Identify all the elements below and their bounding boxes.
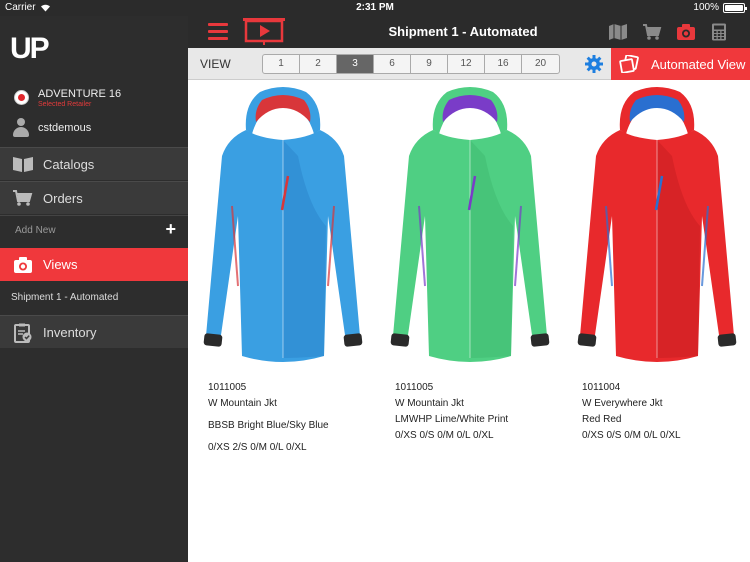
- product-card[interactable]: 1011005 W Mountain Jkt LMWHP Lime/White …: [375, 80, 562, 562]
- map-icon[interactable]: [608, 23, 628, 41]
- app-logo: UP: [10, 32, 50, 65]
- plus-icon[interactable]: +: [165, 219, 176, 240]
- retailer-subtitle: Selected Retailer: [38, 101, 92, 108]
- sidebar-item-label: Inventory: [43, 324, 97, 340]
- user-icon: [12, 118, 30, 138]
- product-name: W Everywhere Jkt: [582, 398, 663, 409]
- presentation-icon[interactable]: [241, 16, 287, 46]
- product-sku: 1011005: [208, 382, 247, 393]
- product-grid: 1011005 W Mountain Jkt BBSB Bright Blue/…: [188, 80, 750, 562]
- book-icon: [12, 155, 34, 173]
- view-option-20[interactable]: 20: [522, 55, 559, 73]
- product-info: 1011005 W Mountain Jkt LMWHP Lime/White …: [395, 380, 508, 444]
- view-label: VIEW: [200, 57, 231, 71]
- view-option-12[interactable]: 12: [448, 55, 485, 73]
- automated-view-label: Automated View: [651, 56, 746, 72]
- jacket-image: [390, 87, 550, 362]
- calculator-icon[interactable]: [711, 23, 731, 41]
- product-sizes: 0/XS 0/S 0/M 0/L 0/XL: [582, 430, 681, 441]
- product-sizes: 0/XS 2/S 0/M 0/L 0/XL: [208, 442, 307, 453]
- retailer-name: ADVENTURE 16: [38, 88, 122, 100]
- sidebar: UP ADVENTURE 16 Selected Retailer cstdem…: [0, 16, 188, 562]
- product-sku: 1011004: [582, 382, 621, 393]
- product-color: Red Red: [582, 414, 622, 425]
- sidebar-item-label: Catalogs: [43, 156, 95, 172]
- jacket-image: [577, 87, 737, 362]
- battery-icon: [723, 2, 747, 13]
- product-info: 1011005 W Mountain Jkt BBSB Bright Blue/…: [208, 380, 329, 456]
- cards-icon: [619, 54, 639, 74]
- automated-view-button[interactable]: Automated View: [611, 48, 750, 80]
- gear-icon[interactable]: [584, 54, 604, 74]
- sidebar-item-catalogs[interactable]: Catalogs: [0, 147, 188, 180]
- product-info: 1011004 W Everywhere Jkt Red Red 0/XS 0/…: [582, 380, 681, 444]
- clipboard-check-icon: [12, 323, 34, 343]
- product-card[interactable]: 1011005 W Mountain Jkt BBSB Bright Blue/…: [188, 80, 375, 562]
- battery-percent: 100%: [693, 2, 719, 13]
- view-count-segmented-control: 1 2 3 6 9 12 16 20: [262, 54, 560, 74]
- product-card[interactable]: 1011004 W Everywhere Jkt Red Red 0/XS 0/…: [562, 80, 749, 562]
- top-toolbar: Shipment 1 - Automated: [188, 16, 750, 48]
- battery-group: 100%: [693, 2, 747, 13]
- product-color: LMWHP Lime/White Print: [395, 414, 509, 425]
- cart-icon[interactable]: [642, 23, 662, 41]
- add-new-label: Add New: [15, 225, 56, 236]
- status-bar: Carrier 2:31 PM 100%: [0, 0, 750, 16]
- menu-icon[interactable]: [208, 23, 228, 41]
- sidebar-item-label: Orders: [43, 190, 83, 206]
- sidebar-item-shipment[interactable]: Shipment 1 - Automated: [0, 281, 188, 314]
- camera-icon: [12, 256, 34, 274]
- user-name: cstdemous: [38, 122, 92, 134]
- product-sku: 1011005: [395, 382, 434, 393]
- camera-icon[interactable]: [676, 23, 696, 41]
- product-name: W Mountain Jkt: [395, 398, 464, 409]
- cart-icon: [12, 189, 34, 207]
- sidebar-item-label: Views: [43, 257, 78, 272]
- view-option-2[interactable]: 2: [300, 55, 337, 73]
- jacket-image: [203, 87, 363, 362]
- view-option-6[interactable]: 6: [374, 55, 411, 73]
- add-new-row[interactable]: Add New +: [0, 215, 188, 247]
- product-color: BBSB Bright Blue/Sky Blue: [208, 420, 329, 431]
- view-option-3[interactable]: 3: [337, 55, 374, 73]
- shipment-label: Shipment 1 - Automated: [11, 292, 119, 303]
- retailer-selector[interactable]: ADVENTURE 16 Selected Retailer: [10, 86, 188, 112]
- view-bar: VIEW 1 2 3 6 9 12 16 20 Automated View: [188, 48, 750, 80]
- record-icon: [14, 90, 29, 105]
- sidebar-item-views[interactable]: Views: [0, 248, 188, 281]
- product-name: W Mountain Jkt: [208, 398, 277, 409]
- view-option-1[interactable]: 1: [263, 55, 300, 73]
- sidebar-item-inventory[interactable]: Inventory: [0, 315, 188, 348]
- clock: 2:31 PM: [356, 2, 394, 13]
- view-option-9[interactable]: 9: [411, 55, 448, 73]
- view-option-16[interactable]: 16: [485, 55, 522, 73]
- page-title: Shipment 1 - Automated: [388, 24, 538, 39]
- sidebar-item-orders[interactable]: Orders: [0, 181, 188, 214]
- product-sizes: 0/XS 0/S 0/M 0/L 0/XL: [395, 430, 494, 441]
- user-account[interactable]: cstdemous: [10, 118, 188, 138]
